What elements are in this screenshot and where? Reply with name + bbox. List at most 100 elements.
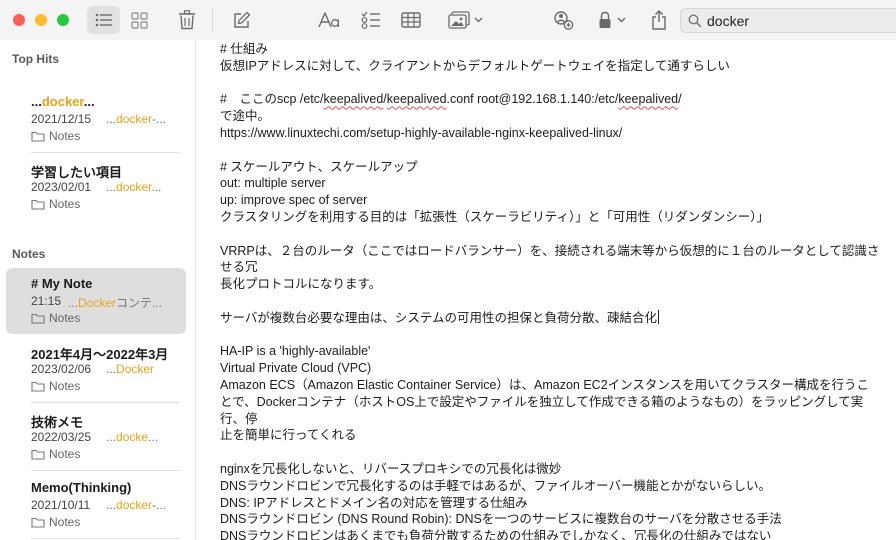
- text-line: nginxを冗長化しないと、リバースプロキシでの冗長化は微妙: [220, 461, 562, 476]
- note-title: 学習したい項目: [31, 165, 123, 180]
- notes-sidebar: Top Hits ...docker... 2021/12/15 ...dock…: [0, 40, 196, 540]
- text-line: とで、Dockerコンテナ（ホストOS上で設定やファイルを独立して作成できる箱の…: [220, 394, 864, 426]
- collaborate-icon: [554, 11, 574, 30]
- folder-icon: [31, 199, 45, 210]
- note-folder: Notes: [31, 515, 80, 529]
- share-icon: [652, 10, 666, 30]
- checklist-button[interactable]: [358, 6, 384, 34]
- gallery-view-icon: [130, 11, 148, 29]
- row-divider: [31, 402, 180, 403]
- text-line: VRRPは、２台のルータ（ここではロードバランサー）を、接続される端末等から仮想…: [220, 243, 880, 275]
- trash-icon: [179, 10, 195, 30]
- lock-icon: [599, 11, 611, 28]
- search-field[interactable]: [680, 8, 896, 33]
- notes-heading: Notes: [12, 247, 46, 261]
- note-editor[interactable]: # 仕組み仮想IPアドレスに対して、クライアントからデフォルトゲートウェイを指定…: [197, 40, 896, 540]
- delete-note-button[interactable]: [174, 6, 200, 34]
- note-snippet: ...Docker: [106, 362, 155, 376]
- note-snippet: ...docker...: [106, 180, 162, 194]
- folder-icon: [31, 313, 45, 324]
- misspelled-word: keepalived: [386, 92, 447, 107]
- lock-button[interactable]: [592, 6, 632, 34]
- share-button[interactable]: [646, 6, 672, 34]
- new-note-button[interactable]: [228, 6, 254, 34]
- list-item[interactable]: # My Note 21:15 ...Dockerコンテ... Notes: [6, 268, 186, 334]
- note-title: 2021年4月〜2022年3月: [31, 347, 169, 362]
- misspelled-word: keepalived: [618, 92, 679, 107]
- note-folder: Notes: [31, 197, 80, 211]
- list-item[interactable]: ...docker... 2021/12/15 ...docker-... No…: [6, 86, 186, 153]
- format-button[interactable]: [316, 6, 342, 34]
- list-view-icon: [95, 13, 112, 27]
- chevron-down-icon: [474, 17, 482, 23]
- text-line: 長化プロトコルになります。: [220, 277, 382, 292]
- chevron-down-icon: [617, 17, 626, 23]
- compose-icon: [233, 11, 250, 28]
- text-line: up: improve spec of server: [220, 193, 368, 208]
- close-window-button[interactable]: [13, 14, 25, 26]
- note-title: 技術メモ: [31, 415, 84, 430]
- collaborate-button[interactable]: [550, 6, 576, 34]
- text-line: クラスタリングを利用する目的は「拡張性（スケーラビリティ）」と「可用性（リダンダ…: [220, 209, 770, 224]
- list-item[interactable]: Memo(Thinking) 2021/10/11 ...docker-... …: [6, 472, 186, 539]
- text-line: 止を簡単に行ってくれる: [220, 428, 357, 443]
- text-cursor: [658, 309, 660, 324]
- note-date: 2021/10/11: [31, 498, 91, 512]
- text-line: サーバが複数台必要な理由は、システムの可用性の担保と負荷分散、疎結合化: [220, 309, 660, 325]
- folder-icon: [31, 131, 45, 142]
- toolbar-divider: [212, 8, 213, 32]
- note-snippet: ...docker-...: [106, 112, 167, 126]
- list-item[interactable]: 学習したい項目 2023/02/01 ...docker... Notes: [6, 154, 186, 220]
- toolbar: [0, 0, 896, 40]
- text-line: 仮想IPアドレスに対して、クライアントからデフォルトゲートウェイを指定して通すら…: [220, 58, 730, 73]
- zoom-window-button[interactable]: [57, 14, 69, 26]
- note-date: 2021/12/15: [31, 112, 92, 126]
- note-title: Memo(Thinking): [31, 480, 132, 495]
- table-button[interactable]: [398, 6, 424, 34]
- list-item[interactable]: 2021年4月〜2022年3月 2023/02/06 ...Docker Not…: [6, 336, 186, 403]
- text-line: DNSラウンドロビンはあくまでも負荷分散するための仕組みでしかなく、冗長化の仕組…: [220, 529, 772, 540]
- text-line: out: multiple server: [220, 176, 326, 191]
- list-view-button[interactable]: [87, 6, 120, 34]
- note-date: 21:15: [31, 294, 62, 308]
- folder-icon: [31, 381, 45, 392]
- text-line: # ここのscp /etc/keepalived/keepalived.conf…: [220, 92, 682, 107]
- note-folder: Notes: [31, 311, 80, 325]
- note-snippet: ...Dockerコンテ...: [68, 296, 163, 310]
- row-divider: [31, 152, 180, 153]
- text-format-icon: [318, 12, 339, 28]
- misspelled-word: keepalived: [323, 92, 384, 107]
- text-line: DNSラウンドロビン (DNS Round Robin): DNSを一つのサービ…: [220, 512, 782, 527]
- note-date: 2023/02/01: [31, 180, 92, 194]
- gallery-view-button[interactable]: [126, 6, 152, 34]
- note-folder: Notes: [31, 379, 80, 393]
- checklist-icon: [361, 11, 380, 29]
- note-date: 2022/03/25: [31, 430, 92, 444]
- top-hits-heading: Top Hits: [12, 52, 60, 66]
- row-divider: [31, 470, 180, 471]
- search-icon: [688, 14, 702, 28]
- note-folder: Notes: [31, 447, 80, 461]
- note-title: # My Note: [31, 276, 93, 291]
- note-snippet: ...docker-...: [106, 498, 167, 512]
- note-body[interactable]: # 仕組み仮想IPアドレスに対して、クライアントからデフォルトゲートウェイを指定…: [220, 41, 888, 540]
- media-button[interactable]: [443, 6, 487, 34]
- search-input[interactable]: [707, 10, 896, 31]
- text-line: DNSラウンドロビンで冗長化するのは手軽ではあるが、ファイルオーバー機能とかがな…: [220, 478, 772, 493]
- text-line: Amazon ECS（Amazon Elastic Container Serv…: [220, 377, 870, 392]
- folder-icon: [31, 449, 45, 460]
- folder-icon: [31, 517, 45, 528]
- text-line: # スケールアウト、スケールアップ: [220, 159, 418, 174]
- note-folder: Notes: [31, 129, 80, 143]
- list-item[interactable]: 技術メモ 2022/03/25 ...docke... Notes: [6, 404, 186, 471]
- minimize-window-button[interactable]: [35, 14, 47, 26]
- text-line: # 仕組み: [220, 42, 268, 56]
- table-icon: [401, 12, 421, 28]
- text-line: Virtual Private Cloud (VPC): [220, 361, 372, 376]
- text-line: で途中。: [220, 109, 271, 124]
